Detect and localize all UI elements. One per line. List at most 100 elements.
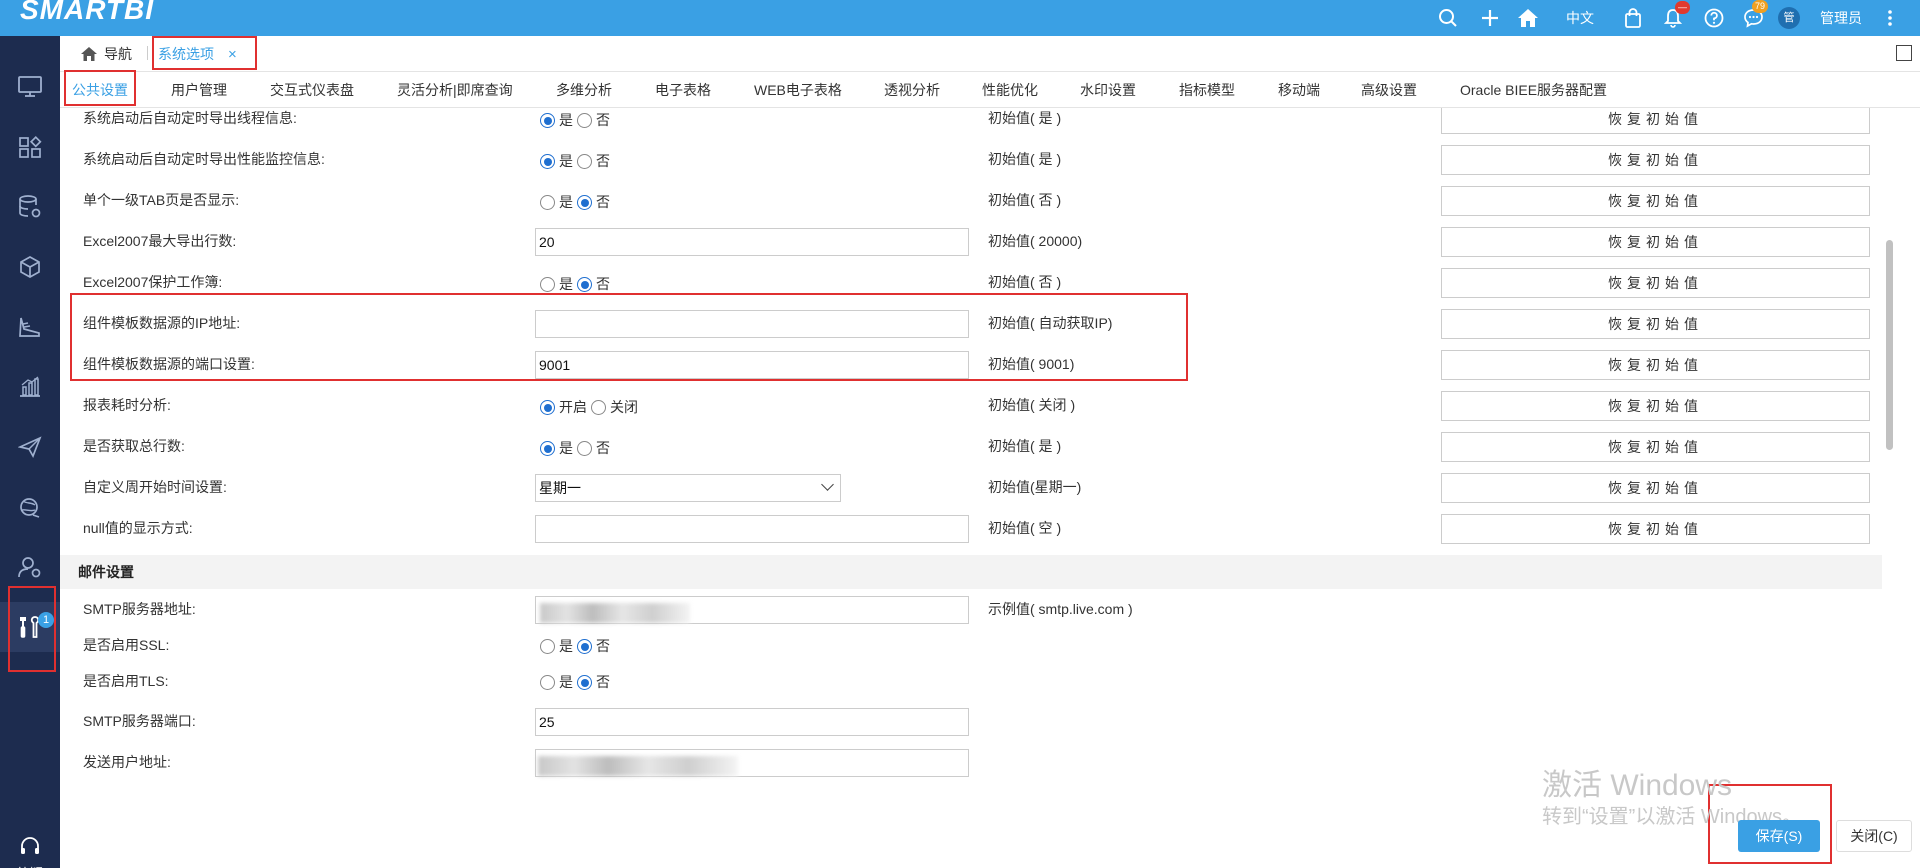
subtab-web-spreadsheet[interactable]: WEB电子表格 <box>754 80 842 100</box>
radio-no[interactable] <box>577 112 592 128</box>
home-tab-label: 导航 <box>104 46 132 62</box>
subtab-watermark[interactable]: 水印设置 <box>1080 80 1136 100</box>
restore-default-button[interactable]: 恢复初始值 <box>1441 473 1870 503</box>
radio-yes[interactable] <box>540 276 555 292</box>
radio-no[interactable] <box>577 638 592 654</box>
radio-no[interactable] <box>577 194 592 210</box>
radio-yes[interactable] <box>540 153 555 169</box>
bar-chart-icon <box>20 376 40 397</box>
subtab-spreadsheet[interactable]: 电子表格 <box>655 80 711 100</box>
restore-default-button[interactable]: 恢复初始值 <box>1441 514 1870 544</box>
setting-row: Excel2007最大导出行数: 20 初始值( 20000) 恢复初始值 <box>60 223 1882 264</box>
radio-group: 是 否 <box>540 151 614 171</box>
subtab-user-management[interactable]: 用户管理 <box>171 80 227 100</box>
sidebar: 1 答疑 <box>0 36 60 868</box>
radio-yes[interactable] <box>540 674 555 690</box>
radio-yes[interactable] <box>540 440 555 456</box>
radio-yes-label: 是 <box>559 638 573 654</box>
mail-section-header: 邮件设置 <box>60 555 1882 589</box>
database-gear-icon <box>19 195 41 218</box>
tab-bar <box>60 36 1920 72</box>
redacted-value <box>540 603 690 623</box>
restore-default-button[interactable]: 恢复初始值 <box>1441 186 1870 216</box>
sidebar-item-etl[interactable] <box>0 302 60 352</box>
more-icon[interactable] <box>1880 0 1900 36</box>
restore-default-button[interactable]: 恢复初始值 <box>1441 108 1870 134</box>
sidebar-item-analysis[interactable] <box>0 362 60 412</box>
initial-value: 初始值(星期一) <box>988 479 1082 495</box>
subtab-mobile[interactable]: 移动端 <box>1278 80 1320 100</box>
sidebar-item-model[interactable] <box>0 242 60 292</box>
week-start-select[interactable]: 星期一 <box>535 474 841 502</box>
radio-no[interactable] <box>577 440 592 456</box>
globe-icon <box>20 498 40 518</box>
sidebar-item-screen[interactable] <box>0 62 60 112</box>
setting-label: 自定义周开始时间设置: <box>83 479 227 495</box>
example-value: 示例值( smtp.live.com ) <box>988 601 1133 617</box>
restore-default-button[interactable]: 恢复初始值 <box>1441 432 1870 462</box>
subtab-pivot[interactable]: 透视分析 <box>884 80 940 100</box>
sidebar-item-insight[interactable] <box>0 482 60 532</box>
radio-yes-label: 是 <box>559 440 573 456</box>
radio-on[interactable] <box>540 399 555 415</box>
radio-no[interactable] <box>577 153 592 169</box>
restore-default-button[interactable]: 恢复初始值 <box>1441 145 1870 175</box>
plus-icon[interactable] <box>1478 0 1502 36</box>
user-name[interactable]: 管理员 <box>1820 0 1862 36</box>
excel-max-rows-input[interactable]: 20 <box>535 228 969 256</box>
setting-label: 是否启用SSL: <box>83 637 170 653</box>
language-switch[interactable]: 中文 <box>1566 0 1594 36</box>
restore-default-button[interactable]: 恢复初始值 <box>1441 350 1870 380</box>
close-button[interactable]: 关闭(C) <box>1836 820 1912 852</box>
subtab-adhoc-query[interactable]: 灵活分析|即席查询 <box>397 80 513 100</box>
bag-icon[interactable] <box>1622 0 1644 36</box>
radio-yes[interactable] <box>540 112 555 128</box>
sidebar-item-data-source[interactable] <box>0 182 60 232</box>
setting-row: 是否获取总行数: 是 否 初始值( 是 ) 恢复初始值 <box>60 428 1882 469</box>
avatar[interactable]: 管 <box>1778 7 1800 29</box>
initial-value: 初始值( 20000) <box>988 233 1083 249</box>
sidebar-item-user-settings[interactable] <box>0 542 60 592</box>
null-display-input[interactable] <box>535 515 969 543</box>
initial-value: 初始值( 关闭 ) <box>988 397 1076 413</box>
save-button[interactable]: 保存(S) <box>1738 820 1820 852</box>
restore-default-button[interactable]: 恢复初始值 <box>1441 227 1870 257</box>
initial-value: 初始值( 是 ) <box>988 438 1062 454</box>
radio-no-label: 否 <box>596 638 610 654</box>
setting-label: 系统启动后自动定时导出性能监控信息: <box>83 151 325 167</box>
radio-no-label: 否 <box>596 276 610 292</box>
message-badge: 79 <box>1752 0 1769 13</box>
radio-yes[interactable] <box>540 194 555 210</box>
help-icon[interactable] <box>1703 0 1725 36</box>
setting-row: 是否启用SSL: 是 否 <box>60 630 1882 671</box>
tab-separator <box>147 46 148 60</box>
sidebar-item-widgets[interactable] <box>0 122 60 172</box>
sidebar-item-publish[interactable] <box>0 422 60 472</box>
setting-row: 报表耗时分析: 开启 关闭 初始值( 关闭 ) 恢复初始值 <box>60 387 1882 428</box>
tab-home[interactable]: 导航 <box>80 44 132 64</box>
maximize-icon[interactable] <box>1896 45 1912 61</box>
subtab-performance[interactable]: 性能优化 <box>982 80 1038 100</box>
radio-yes[interactable] <box>540 638 555 654</box>
search-icon[interactable] <box>1436 0 1460 36</box>
subtab-dashboard[interactable]: 交互式仪表盘 <box>270 80 354 100</box>
subtab-olap[interactable]: 多维分析 <box>556 80 612 100</box>
restore-default-button[interactable]: 恢复初始值 <box>1441 391 1870 421</box>
sidebar-help[interactable]: 答疑 <box>0 836 60 868</box>
smtp-port-input[interactable]: 25 <box>535 708 969 736</box>
radio-no[interactable] <box>577 276 592 292</box>
subtab-metric-model[interactable]: 指标模型 <box>1179 80 1235 100</box>
subtab-oracle-biee[interactable]: Oracle BIEE服务器配置 <box>1460 80 1607 100</box>
radio-no-label: 否 <box>596 440 610 456</box>
radio-off[interactable] <box>591 399 606 415</box>
widgets-icon <box>19 135 42 158</box>
restore-default-button[interactable]: 恢复初始值 <box>1441 309 1870 339</box>
setting-label: 发送用户地址: <box>83 754 171 770</box>
restore-default-button[interactable]: 恢复初始值 <box>1441 268 1870 298</box>
subtab-advanced[interactable]: 高级设置 <box>1361 80 1417 100</box>
home-icon[interactable] <box>1515 0 1541 36</box>
radio-on-label: 开启 <box>559 399 587 415</box>
vertical-scrollbar[interactable] <box>1886 240 1893 450</box>
top-bar: SMARTBI 中文 — 79 管 管理员 <box>0 0 1920 36</box>
radio-no[interactable] <box>577 674 592 690</box>
